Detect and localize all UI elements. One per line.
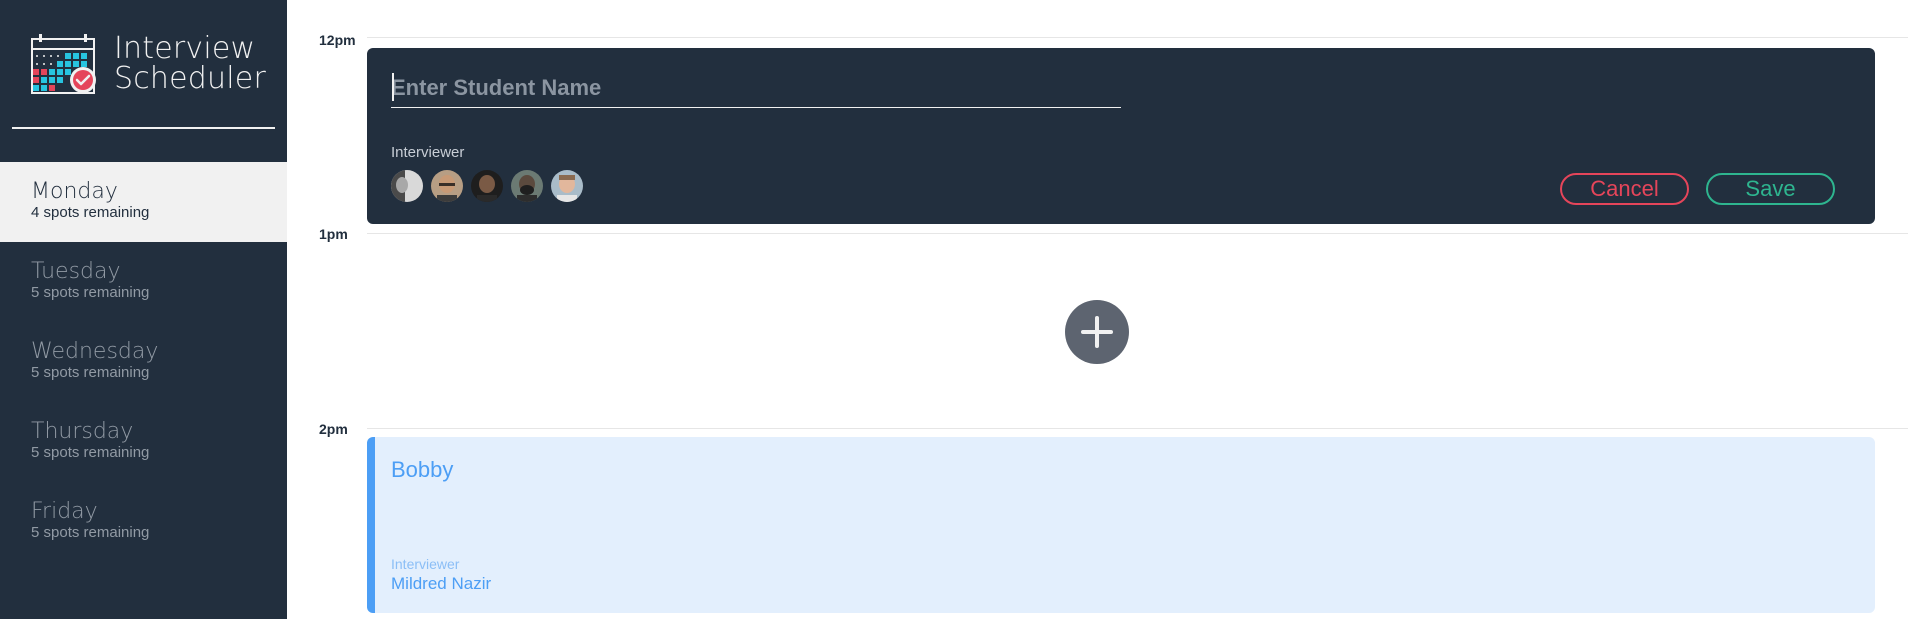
appointment-interviewer-name: Mildred Nazir xyxy=(391,574,492,593)
save-button[interactable]: Save xyxy=(1706,173,1835,205)
text-caret xyxy=(392,73,394,101)
time-divider xyxy=(367,233,1908,234)
day-item-wednesday[interactable]: Wednesday 5 spots remaining xyxy=(0,322,287,402)
interviewer-list xyxy=(391,170,583,202)
day-spots: 5 spots remaining xyxy=(31,284,150,301)
interviewer-avatar-4[interactable] xyxy=(511,170,543,202)
time-divider xyxy=(367,37,1908,38)
cancel-button[interactable]: Cancel xyxy=(1560,173,1689,205)
app-title-line2: Scheduler xyxy=(114,61,266,96)
interviewer-label: Interviewer xyxy=(391,144,465,161)
day-item-friday[interactable]: Friday 5 spots remaining xyxy=(0,482,287,562)
day-name: Wednesday xyxy=(31,339,159,364)
app-title: Interview Scheduler xyxy=(114,34,266,94)
student-name-input[interactable] xyxy=(391,68,1121,108)
day-spots: 5 spots remaining xyxy=(31,444,150,461)
time-label-2pm: 2pm xyxy=(319,421,348,437)
appointment-interviewer-label: Interviewer xyxy=(391,556,460,572)
day-spots: 5 spots remaining xyxy=(31,524,150,541)
time-divider xyxy=(367,428,1908,429)
day-item-thursday[interactable]: Thursday 5 spots remaining xyxy=(0,402,287,482)
day-item-monday[interactable]: Monday 4 spots remaining xyxy=(0,162,287,242)
day-name: Friday xyxy=(31,499,98,524)
appointment-form: Interviewer Cancel Save xyxy=(367,48,1875,224)
schedule: 12pm Interviewer xyxy=(287,0,1908,619)
plus-icon[interactable] xyxy=(1065,300,1129,364)
day-name: Tuesday xyxy=(31,259,121,284)
day-list: Monday 4 spots remaining Tuesday 5 spots… xyxy=(0,162,287,562)
appointment-student-name: Bobby xyxy=(391,457,454,482)
app-root: Interview Scheduler Monday 4 spots remai… xyxy=(0,0,1908,619)
interviewer-avatar-5[interactable] xyxy=(551,170,583,202)
day-name: Thursday xyxy=(31,419,134,444)
day-spots: 5 spots remaining xyxy=(31,364,150,381)
day-name: Monday xyxy=(31,179,118,204)
interviewer-avatar-3[interactable] xyxy=(471,170,503,202)
appointment-card[interactable]: Bobby Interviewer Mildred Nazir xyxy=(367,437,1875,613)
time-label-12pm: 12pm xyxy=(319,32,356,48)
interviewer-avatar-1[interactable] xyxy=(391,170,423,202)
app-title-line1: Interview xyxy=(114,31,256,66)
day-spots: 4 spots remaining xyxy=(31,204,150,221)
time-label-1pm: 1pm xyxy=(319,226,348,242)
sidebar: Interview Scheduler Monday 4 spots remai… xyxy=(0,0,287,619)
sidebar-divider xyxy=(12,127,275,129)
interviewer-avatar-2[interactable] xyxy=(431,170,463,202)
calendar-check-icon xyxy=(31,34,96,94)
brand: Interview Scheduler xyxy=(31,33,266,99)
day-item-tuesday[interactable]: Tuesday 5 spots remaining xyxy=(0,242,287,322)
